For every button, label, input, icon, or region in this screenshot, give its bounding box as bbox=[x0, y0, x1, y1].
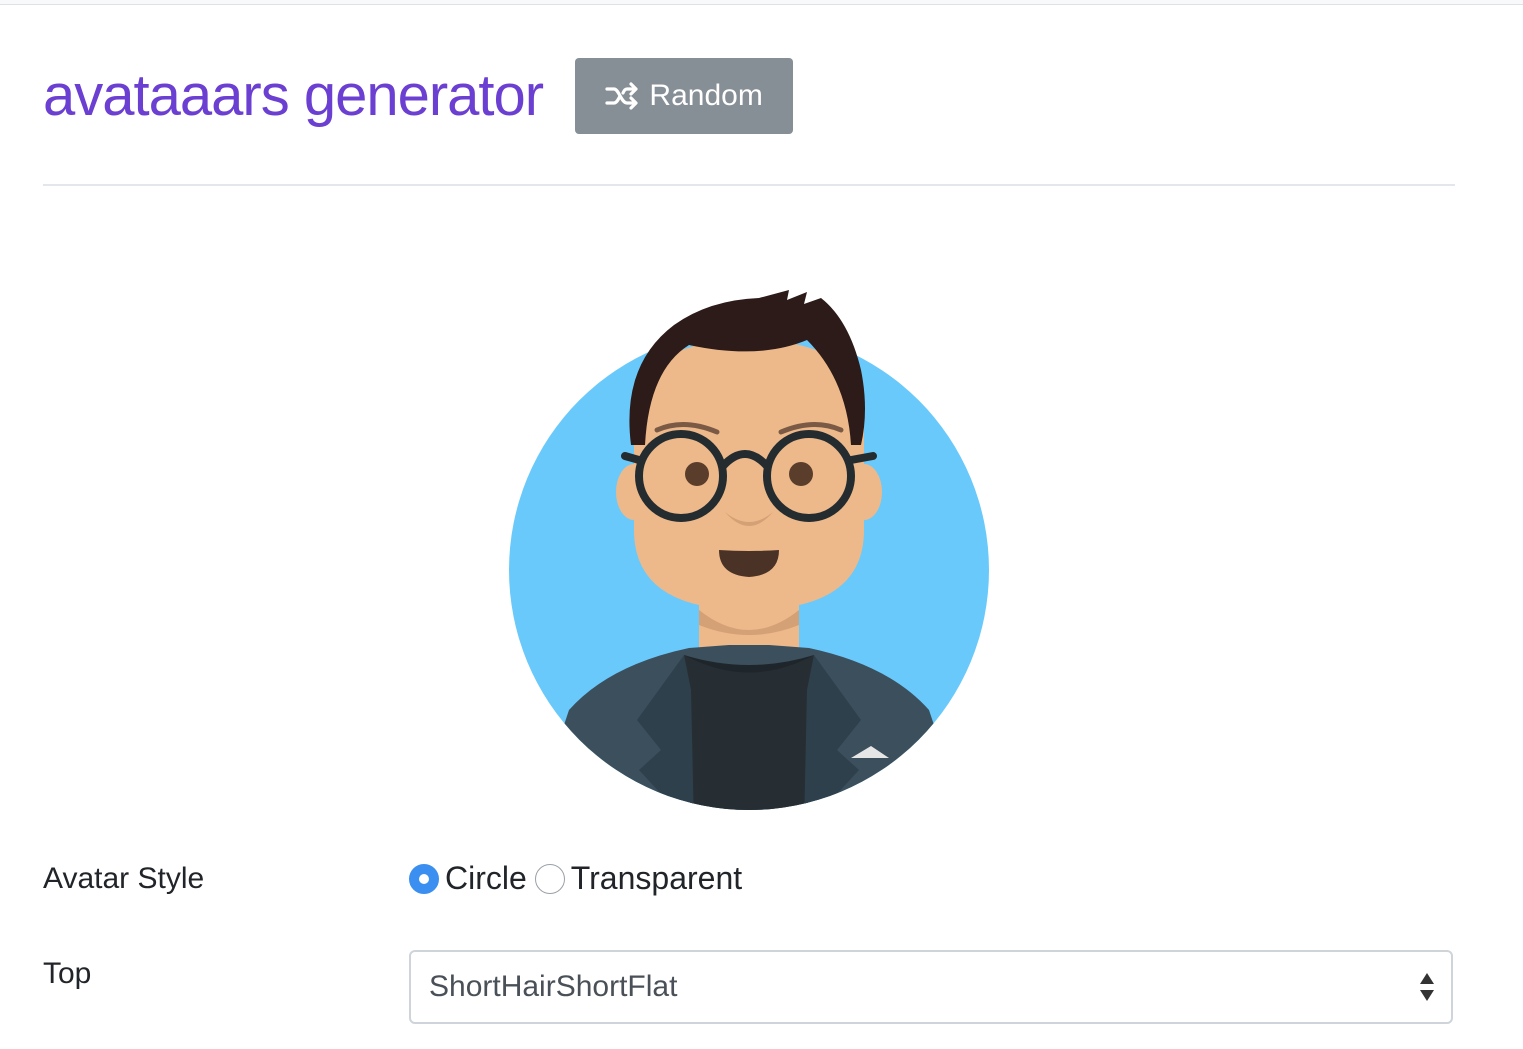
radio-circle-label[interactable]: Circle bbox=[445, 860, 527, 897]
avatar-preview bbox=[489, 270, 1009, 815]
header-divider bbox=[43, 184, 1455, 186]
random-button[interactable]: Random bbox=[575, 58, 794, 134]
avatar-image bbox=[509, 290, 989, 810]
radio-transparent[interactable] bbox=[534, 863, 565, 894]
shuffle-icon bbox=[605, 82, 639, 110]
select-arrows-icon bbox=[1419, 971, 1435, 1003]
top-select-value: ShortHairShortFlat bbox=[429, 970, 678, 1003]
avatar-style-label: Avatar Style bbox=[43, 861, 205, 895]
top-select[interactable]: ShortHairShortFlat bbox=[409, 950, 1453, 1024]
top-label: Top bbox=[43, 957, 92, 990]
avatar-style-row: Avatar Style Circle Transparent bbox=[43, 860, 1455, 897]
avatar-style-radio-group: Circle Transparent bbox=[409, 860, 750, 897]
top-row: Top ShortHairShortFlat bbox=[43, 950, 1455, 1024]
browser-top-edge bbox=[0, 0, 1523, 5]
page-header: avataaars generator Random bbox=[43, 58, 794, 134]
page-title: avataaars generator bbox=[43, 63, 544, 128]
radio-circle[interactable] bbox=[409, 863, 439, 894]
radio-transparent-label[interactable]: Transparent bbox=[571, 860, 742, 897]
random-button-label: Random bbox=[649, 79, 763, 112]
